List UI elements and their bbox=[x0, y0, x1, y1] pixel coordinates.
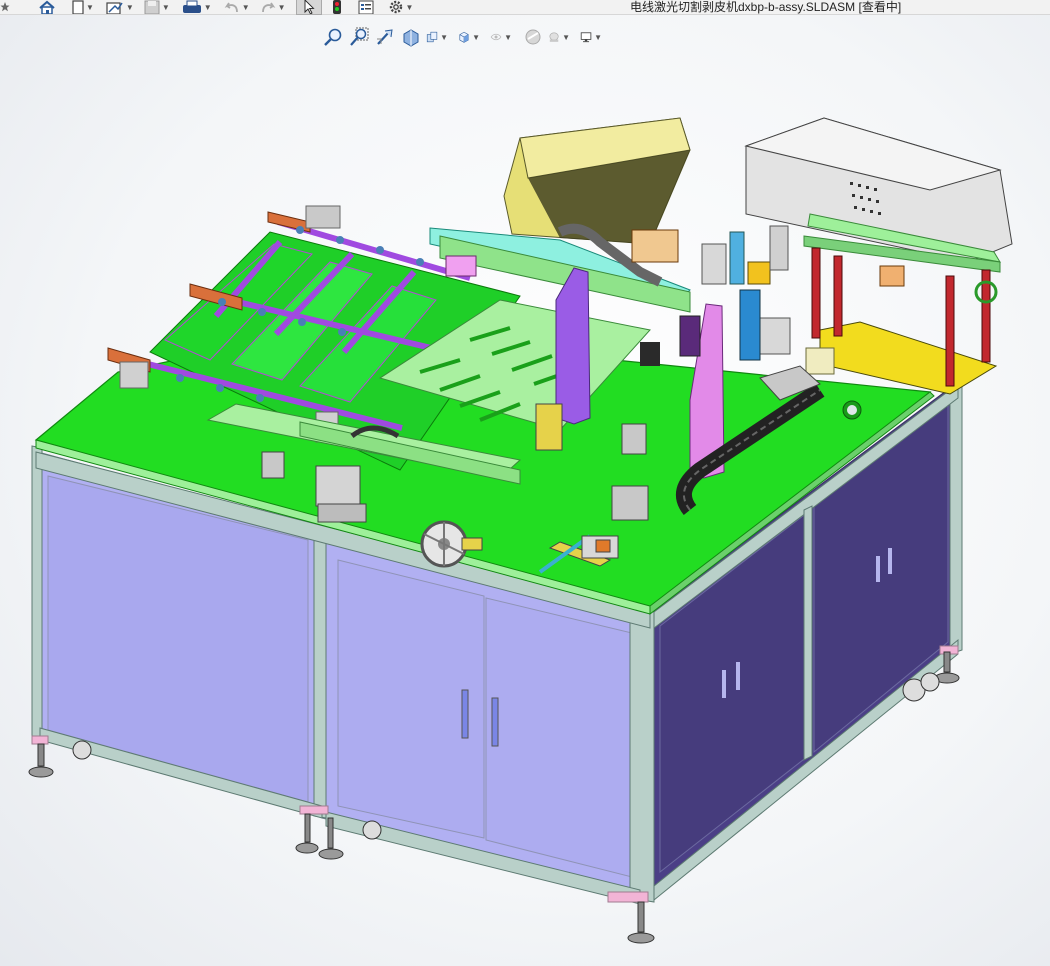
left-upright bbox=[555, 267, 591, 425]
door-handle bbox=[888, 548, 892, 574]
laser-stripping-machine-model bbox=[28, 117, 1013, 944]
door-handle bbox=[722, 670, 726, 698]
door-handle bbox=[491, 697, 499, 747]
door-handle bbox=[461, 689, 469, 739]
guide-block bbox=[315, 465, 361, 507]
door-handle bbox=[876, 556, 880, 582]
door-handle bbox=[736, 662, 740, 690]
graphics-area[interactable] bbox=[0, 0, 1050, 966]
